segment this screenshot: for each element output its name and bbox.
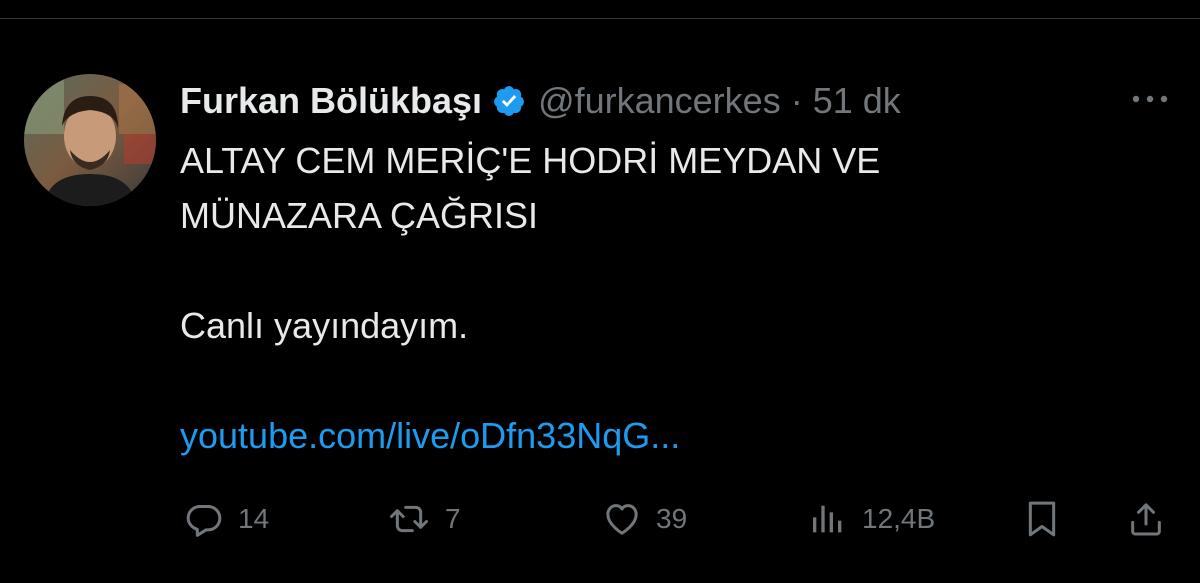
verified-badge-icon xyxy=(494,86,524,116)
views-count: 12,4B xyxy=(862,503,936,534)
share-button[interactable] xyxy=(1126,494,1166,544)
bookmark-icon xyxy=(1028,501,1056,537)
tweet-line-2: MÜNAZARA ÇAĞRISI xyxy=(180,195,539,236)
share-icon xyxy=(1131,503,1161,536)
separator-dot: · xyxy=(790,80,803,121)
retweet-count: 7 xyxy=(445,503,461,534)
tweet-line-3: Canlı yayındayım. xyxy=(180,305,469,346)
display-name[interactable]: Furkan Bölükbaşı xyxy=(180,80,482,122)
tweet[interactable]: Furkan Bölükbaşı @furkancerkes · 51 dk A… xyxy=(0,19,1200,583)
tweet-header: Furkan Bölükbaşı @furkancerkes · 51 dk xyxy=(180,79,901,123)
like-icon xyxy=(606,504,638,535)
views-icon xyxy=(813,505,842,533)
tweet-text: ALTAY CEM MERİÇ'E HODRİ MEYDAN VE MÜNAZA… xyxy=(180,133,1140,463)
like-count: 39 xyxy=(656,503,688,534)
reply-count: 14 xyxy=(238,503,270,534)
views-button[interactable]: 12,4B xyxy=(808,494,935,544)
timestamp[interactable]: 51 dk xyxy=(813,80,901,122)
like-button[interactable]: 39 xyxy=(602,494,687,544)
tweet-line-1: ALTAY CEM MERİÇ'E HODRİ MEYDAN VE xyxy=(180,140,881,181)
reply-icon xyxy=(186,505,222,537)
avatar[interactable] xyxy=(24,74,156,206)
tweet-link[interactable]: youtube.com/live/oDfn33NqG... xyxy=(180,415,680,456)
retweet-button[interactable]: 7 xyxy=(387,494,461,544)
top-divider xyxy=(0,0,1200,19)
reply-button[interactable]: 14 xyxy=(184,494,269,544)
more-icon xyxy=(1132,95,1168,103)
handle[interactable]: @furkancerkes xyxy=(538,80,781,122)
more-button[interactable] xyxy=(1126,79,1174,119)
retweet-icon xyxy=(390,505,428,533)
bookmark-button[interactable] xyxy=(1022,494,1062,544)
action-bar: 14 7 39 12,4B xyxy=(180,494,1170,544)
